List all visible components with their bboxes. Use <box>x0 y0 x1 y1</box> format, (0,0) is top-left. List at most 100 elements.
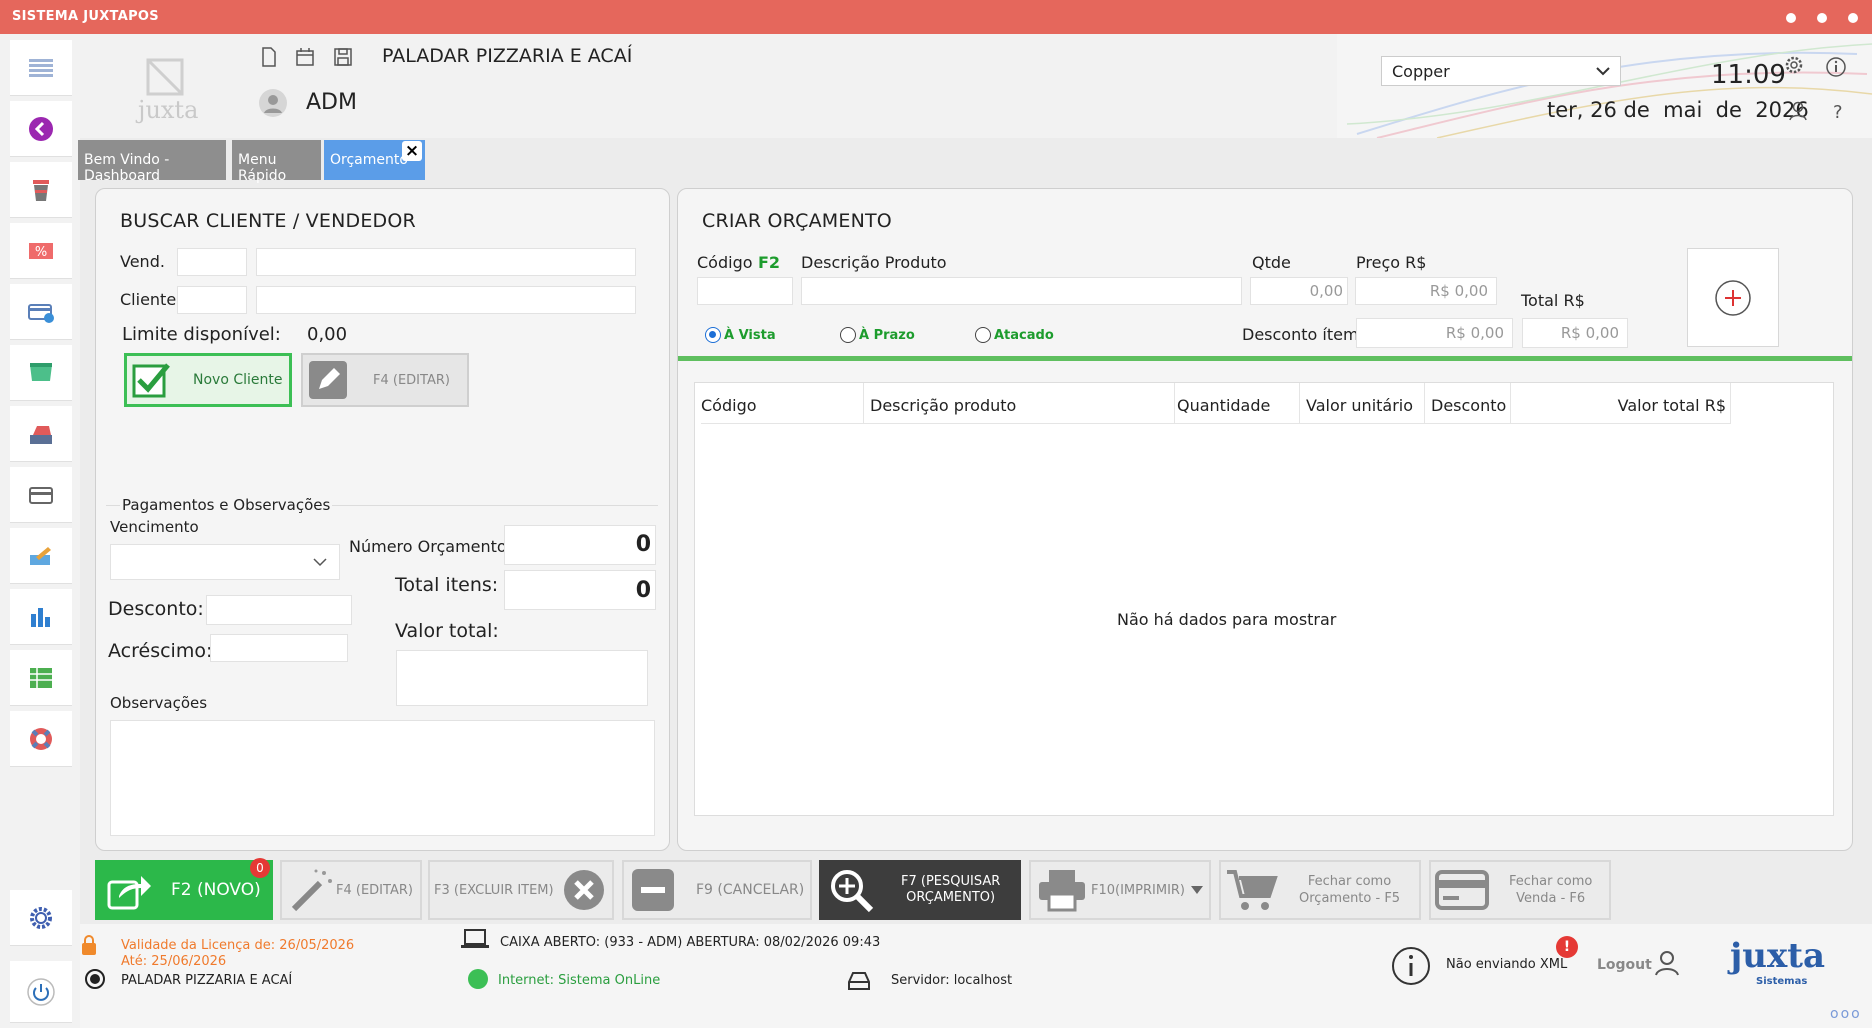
pesquisar-label-line1: F7 (PESQUISAR <box>901 874 1001 889</box>
user-profile-icon[interactable] <box>1787 100 1809 122</box>
radio-label: À Vista <box>724 327 776 343</box>
gear-icon <box>30 906 52 929</box>
sidebar-item-spreadsheet[interactable] <box>10 650 72 706</box>
empty-grid-message: Não há dados para mostrar <box>1117 610 1337 629</box>
user-avatar-icon <box>259 89 287 117</box>
pesquisar-orcamento-button[interactable]: F7 (PESQUISAR ORÇAMENTO) <box>819 860 1021 920</box>
save-icon[interactable] <box>332 46 354 68</box>
tab-close-icon[interactable]: × <box>402 141 422 161</box>
sidebar-item-payment[interactable] <box>10 467 72 523</box>
radio-a-prazo[interactable]: À Prazo <box>840 327 915 343</box>
editar-cliente-button[interactable]: F4 (EDITAR) <box>301 353 469 407</box>
calendar-icon[interactable] <box>294 46 316 68</box>
brand-logo: juxta <box>1730 936 1826 976</box>
logout-user-icon[interactable] <box>1654 950 1680 976</box>
window-dot-minimize[interactable] <box>1786 13 1797 23</box>
decorative-swirl-icon <box>1346 43 1872 138</box>
column-header-codigo[interactable]: Código <box>701 383 864 423</box>
qtde-label: Qtde <box>1252 253 1291 272</box>
fechar-venda-button[interactable]: Fechar como Venda - F6 <box>1429 860 1611 920</box>
column-header-valor-total[interactable]: Valor total R$ <box>1511 383 1731 423</box>
codigo-input[interactable] <box>697 277 793 305</box>
online-status-icon <box>468 969 488 989</box>
qtde-input[interactable]: 0,00 <box>1250 277 1348 305</box>
radio-atacado[interactable]: Atacado <box>975 327 1054 343</box>
sidebar-back-button[interactable] <box>10 101 72 157</box>
percent-icon: % <box>29 242 53 260</box>
add-item-button[interactable] <box>1687 248 1779 347</box>
preco-input[interactable]: R$ 0,00 <box>1355 277 1497 305</box>
logout-link[interactable]: Logout <box>1597 957 1652 973</box>
sidebar-item-cashier[interactable] <box>10 406 72 462</box>
excluir-item-label: F3 (EXCLUIR ITEM) <box>434 882 554 898</box>
column-header-descricao[interactable]: Descrição produto <box>870 383 1175 423</box>
sidebar-item-support[interactable] <box>10 711 72 767</box>
printer-icon <box>1039 870 1085 912</box>
sidebar-item-inventory[interactable] <box>10 345 72 401</box>
tab-dashboard[interactable]: Bem Vindo - Dashboard <box>78 140 226 184</box>
new-document-icon[interactable] <box>258 46 280 68</box>
vend-name-input[interactable] <box>256 248 636 276</box>
acrescimo-input[interactable] <box>210 634 348 662</box>
info-icon[interactable] <box>1825 56 1847 78</box>
tab-menu-rapido[interactable]: Menu Rápido <box>232 140 321 184</box>
sidebar-menu-button[interactable] <box>10 40 72 96</box>
descricao-input[interactable] <box>801 277 1242 305</box>
radio-a-vista[interactable]: À Vista <box>705 327 776 343</box>
imprimir-button[interactable]: F10(IMPRIMIR) <box>1029 860 1211 920</box>
cliente-name-input[interactable] <box>256 286 636 314</box>
help-icon[interactable]: ? <box>1833 102 1843 123</box>
column-header-quantidade[interactable]: Quantidade <box>1175 383 1300 423</box>
total-value: R$ 0,00 <box>1522 318 1628 348</box>
sidebar-item-cards[interactable] <box>10 284 72 340</box>
criar-orcamento-title: CRIAR ORÇAMENTO <box>702 210 892 232</box>
editar-button-label: F4 (EDITAR) <box>336 882 413 898</box>
chevron-down-icon <box>1596 67 1610 76</box>
window-dot-maximize[interactable] <box>1817 13 1828 23</box>
fechar-orcamento-line1: Fechar como <box>1307 874 1392 889</box>
novo-cliente-button[interactable]: Novo Cliente <box>124 353 292 407</box>
bar-chart-icon <box>31 607 50 627</box>
column-header-desconto[interactable]: Desconto <box>1425 383 1511 423</box>
status-bar: Validade da Licença de: 26/05/2026 Até: … <box>80 924 1872 1028</box>
editar-button[interactable]: F4 (EDITAR) <box>280 860 422 920</box>
vencimento-select[interactable] <box>110 544 340 580</box>
header-right: Copper 11:09 ter, 26 de mai de 2026 ? <box>1337 34 1872 138</box>
desconto-item-input[interactable]: R$ 0,00 <box>1356 318 1513 348</box>
settings-gear-icon[interactable] <box>1783 54 1805 76</box>
internet-status: Internet: Sistema OnLine <box>498 973 661 988</box>
plus-circle-icon <box>1715 279 1751 316</box>
username: ADM <box>306 90 357 115</box>
cancelar-button-label: F9 (CANCELAR) <box>696 882 805 898</box>
cancelar-button[interactable]: F9 (CANCELAR) <box>622 860 812 920</box>
magic-wand-icon <box>291 869 332 912</box>
radio-circle <box>840 327 856 343</box>
cliente-label: Cliente <box>120 290 177 309</box>
desconto-label: Desconto: <box>108 598 204 620</box>
info-circle-icon[interactable] <box>1391 946 1431 986</box>
sidebar-item-promotions[interactable]: % <box>10 223 72 279</box>
sidebar-power-button[interactable] <box>10 961 72 1023</box>
sidebar-item-reports[interactable] <box>10 589 72 645</box>
vend-code-input[interactable] <box>177 248 247 276</box>
licenca-line2: Até: 25/06/2026 <box>121 954 227 969</box>
theme-select[interactable]: Copper <box>1381 56 1621 86</box>
sidebar-item-edit[interactable] <box>10 528 72 584</box>
excluir-item-button[interactable]: F3 (EXCLUIR ITEM) <box>428 860 614 920</box>
desconto-input[interactable] <box>206 595 352 625</box>
window-dot-close[interactable] <box>1848 13 1858 23</box>
fechar-orcamento-button[interactable]: Fechar como Orçamento - F5 <box>1219 860 1421 920</box>
sidebar-item-products[interactable] <box>10 162 72 218</box>
column-header-valor-unitario[interactable]: Valor unitário <box>1300 383 1425 423</box>
sidebar-settings-button[interactable] <box>10 890 72 946</box>
novo-button[interactable]: F2 (NOVO) 0 <box>95 858 273 920</box>
radio-label: Atacado <box>994 327 1054 343</box>
logo-text: juxta <box>138 96 199 124</box>
cliente-code-input[interactable] <box>177 286 247 314</box>
radio-label: À Prazo <box>859 327 915 343</box>
column-header-label: Código <box>701 396 757 415</box>
status-empresa: PALADAR PIZZARIA E ACAÍ <box>121 973 293 988</box>
more-dots-icon[interactable]: ooo <box>1830 1006 1862 1022</box>
observacoes-textarea[interactable] <box>110 720 655 836</box>
observacoes-label: Observações <box>110 694 208 712</box>
